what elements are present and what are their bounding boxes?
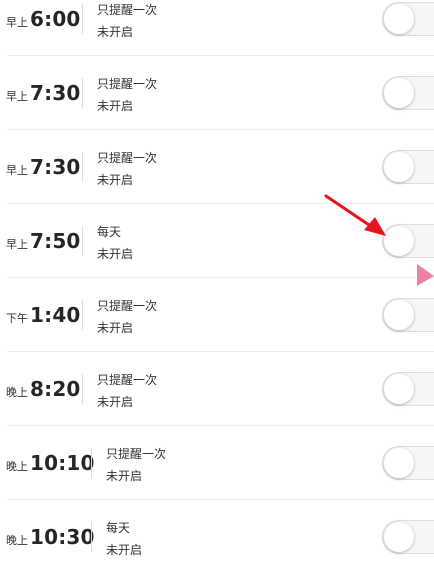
alarm-state: 未开启 xyxy=(97,247,134,261)
alarm-state: 未开启 xyxy=(97,25,134,39)
alarm-toggle[interactable] xyxy=(382,298,434,332)
alarm-clock: 10:30 xyxy=(30,525,95,549)
alarm-row[interactable]: 早上 7:30 只提醒一次 未开启 xyxy=(0,56,434,130)
alarm-toggle[interactable] xyxy=(382,446,434,480)
alarm-repeat: 只提醒一次 xyxy=(97,373,158,387)
alarm-state: 未开启 xyxy=(97,321,134,335)
divider-vertical xyxy=(82,300,83,330)
alarm-repeat: 每天 xyxy=(106,521,131,535)
divider-vertical xyxy=(82,78,83,108)
alarm-repeat: 只提醒一次 xyxy=(97,77,158,91)
divider-vertical xyxy=(91,522,92,552)
toggle-knob xyxy=(384,4,414,34)
toggle-knob xyxy=(384,522,414,552)
alarm-repeat: 只提醒一次 xyxy=(106,447,167,461)
alarm-row[interactable]: 早上 6:00 只提醒一次 未开启 xyxy=(0,0,434,56)
alarm-clock: 6:00 xyxy=(30,7,81,31)
alarm-time: 晚上 10:30 xyxy=(6,500,95,574)
alarm-repeat: 只提醒一次 xyxy=(97,151,158,165)
alarm-clock: 10:10 xyxy=(30,451,95,475)
alarm-row[interactable]: 早上 7:50 每天 未开启 xyxy=(0,204,434,278)
alarm-toggle[interactable] xyxy=(382,520,434,554)
alarm-row[interactable]: 晚上 8:20 只提醒一次 未开启 xyxy=(0,352,434,426)
alarm-time: 早上 7:30 xyxy=(6,130,81,204)
alarm-row[interactable]: 晚上 10:30 每天 未开启 xyxy=(0,500,434,574)
alarm-time: 早上 6:00 xyxy=(6,0,81,56)
toggle-knob xyxy=(384,300,414,330)
alarm-toggle[interactable] xyxy=(382,76,434,110)
alarm-clock: 7:30 xyxy=(30,155,81,179)
alarm-state: 未开启 xyxy=(97,99,134,113)
alarm-period: 晚上 xyxy=(6,386,28,399)
toggle-knob xyxy=(384,152,414,182)
alarm-period: 晚上 xyxy=(6,534,28,547)
alarm-period: 下午 xyxy=(6,312,28,325)
alarm-clock: 1:40 xyxy=(30,303,81,327)
alarm-repeat: 只提醒一次 xyxy=(97,3,158,17)
alarm-state: 未开启 xyxy=(106,469,143,483)
alarm-time: 早上 7:50 xyxy=(6,204,81,278)
divider-vertical xyxy=(82,226,83,256)
alarm-toggle[interactable] xyxy=(382,372,434,406)
toggle-knob xyxy=(384,226,414,256)
alarm-state: 未开启 xyxy=(106,543,143,557)
alarm-time: 下午 1:40 xyxy=(6,278,81,352)
alarm-period: 早上 xyxy=(6,164,28,177)
toggle-knob xyxy=(384,78,414,108)
alarm-time: 早上 7:30 xyxy=(6,56,81,130)
alarm-period: 早上 xyxy=(6,238,28,251)
alarm-period: 早上 xyxy=(6,90,28,103)
alarm-time: 晚上 10:10 xyxy=(6,426,95,500)
divider-vertical xyxy=(82,152,83,182)
alarm-clock: 7:30 xyxy=(30,81,81,105)
divider-vertical xyxy=(82,4,83,34)
alarm-row[interactable]: 下午 1:40 只提醒一次 未开启 xyxy=(0,278,434,352)
alarm-period: 晚上 xyxy=(6,460,28,473)
divider-vertical xyxy=(91,448,92,478)
alarm-time: 晚上 8:20 xyxy=(6,352,81,426)
alarm-state: 未开启 xyxy=(97,395,134,409)
alarm-period: 早上 xyxy=(6,16,28,29)
alarm-clock: 8:20 xyxy=(30,377,81,401)
alarm-row[interactable]: 晚上 10:10 只提醒一次 未开启 xyxy=(0,426,434,500)
alarm-toggle[interactable] xyxy=(382,2,434,36)
divider-vertical xyxy=(82,374,83,404)
toggle-knob xyxy=(384,448,414,478)
toggle-knob xyxy=(384,374,414,404)
alarm-clock: 7:50 xyxy=(30,229,81,253)
alarm-repeat: 只提醒一次 xyxy=(97,299,158,313)
alarm-row[interactable]: 早上 7:30 只提醒一次 未开启 xyxy=(0,130,434,204)
alarm-toggle[interactable] xyxy=(382,150,434,184)
alarm-repeat: 每天 xyxy=(97,225,122,239)
alarm-toggle[interactable] xyxy=(382,224,434,258)
alarm-state: 未开启 xyxy=(97,173,134,187)
